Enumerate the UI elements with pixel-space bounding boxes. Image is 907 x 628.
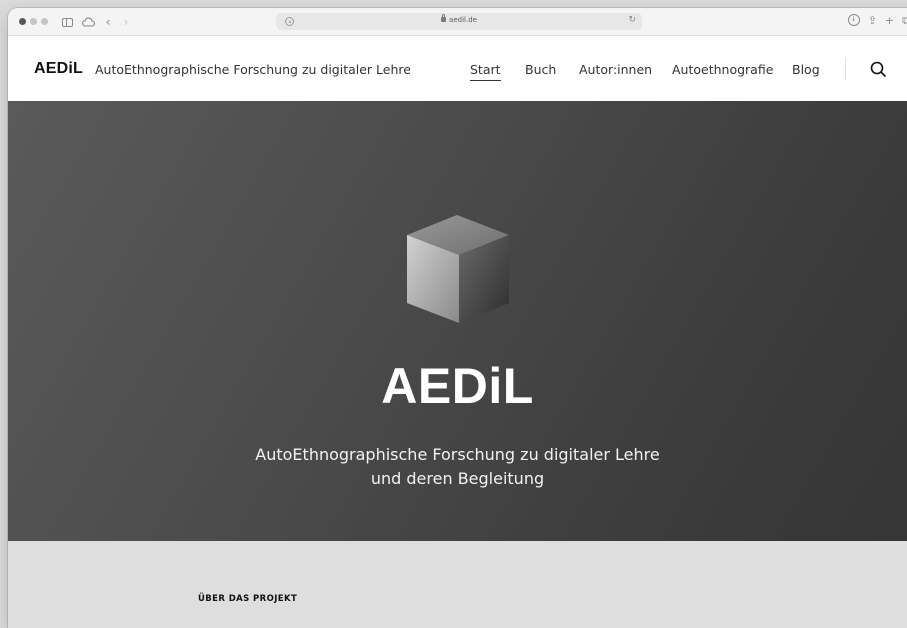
hero-subtitle-line1: AutoEthnographische Forschung zu digital… [255, 445, 660, 464]
reload-icon[interactable]: ↻ [628, 15, 636, 25]
site-tagline: AutoEthnographische Forschung zu digital… [95, 62, 411, 77]
lock-icon [441, 14, 447, 22]
nav-item-blog[interactable]: Blog [792, 62, 820, 77]
share-icon[interactable]: ⇪ [868, 14, 877, 28]
hero-title: AEDiL [381, 358, 534, 414]
back-icon[interactable]: ‹ [103, 14, 113, 30]
nav-item-autoethnografie[interactable]: Autoethnografie [672, 62, 773, 77]
download-icon[interactable]: ↓ [847, 14, 860, 26]
sidebar-icon[interactable] [60, 14, 74, 30]
hero-section: AEDiL AutoEthnographische Forschung zu d… [8, 101, 907, 541]
cloud-icon[interactable] [80, 14, 96, 30]
site-header: AEDiL AutoEthnographische Forschung zu d… [8, 36, 907, 101]
nav-item-start[interactable]: Start [470, 62, 501, 81]
nav-divider [845, 58, 846, 80]
about-heading: ÜBER DAS PROJEKT [198, 594, 298, 604]
maximize-window-button[interactable] [41, 18, 48, 25]
toolbar-right-icons: ↓ ⇪ + ⧉ [847, 14, 907, 28]
close-window-button[interactable] [19, 18, 26, 25]
tabs-icon[interactable]: ⧉ [902, 14, 907, 28]
about-section: ÜBER DAS PROJEKT [8, 541, 907, 628]
browser-toolbar: ‹ › aedil.de ↻ ↓ ⇪ + ⧉ [8, 8, 907, 36]
hero-subtitle-line2: und deren Begleitung [370, 469, 545, 488]
site-logo[interactable]: AEDiL [34, 60, 83, 78]
browser-window: ‹ › aedil.de ↻ ↓ ⇪ + ⧉ AEDiL AutoEthnogr… [8, 8, 907, 628]
minimize-window-button[interactable] [30, 18, 37, 25]
address-bar[interactable]: aedil.de ↻ [276, 13, 642, 30]
url-display[interactable]: aedil.de [276, 14, 642, 24]
nav-item-autorinnen[interactable]: Autor:innen [579, 62, 652, 77]
url-text: aedil.de [449, 16, 477, 24]
new-tab-icon[interactable]: + [885, 14, 894, 28]
nav-item-buch[interactable]: Buch [525, 62, 556, 77]
forward-icon[interactable]: › [121, 14, 131, 30]
search-icon[interactable] [870, 61, 886, 77]
hero-subtitle: AutoEthnographische Forschung zu digital… [8, 443, 907, 491]
cube-logo-icon [407, 215, 509, 323]
